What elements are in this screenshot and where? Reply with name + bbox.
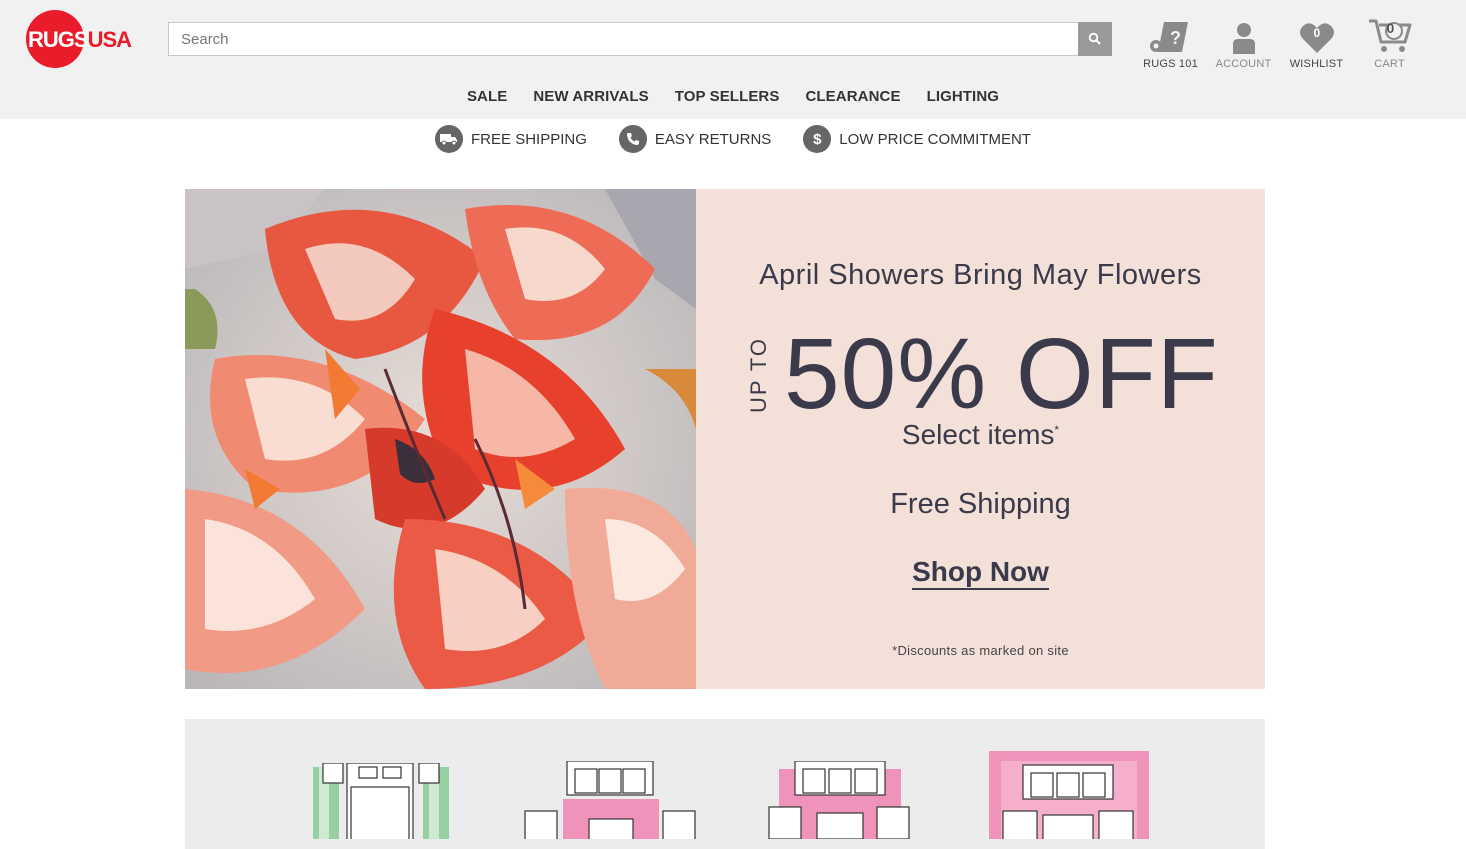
site-header: RUGSUSA ? RUGS 101	[0, 0, 1466, 119]
rug-size-guide-section	[185, 719, 1265, 849]
search-icon	[1088, 32, 1101, 45]
svg-text:?: ?	[1170, 28, 1181, 48]
layout-bedroom-runners[interactable]	[313, 763, 453, 839]
cart-count: 0	[1386, 20, 1395, 36]
rugs101-label: RUGS 101	[1143, 58, 1198, 70]
promo-panel: April Showers Bring May Flowers UP TO 50…	[696, 189, 1265, 689]
dollar-icon: $	[803, 125, 832, 153]
perk-label: FREE SHIPPING	[471, 130, 587, 148]
logo-text: RUGSUSA	[28, 27, 132, 52]
perk-label: EASY RETURNS	[654, 130, 772, 148]
hero-banner[interactable]: April Showers Bring May Flowers UP TO 50…	[185, 189, 1265, 689]
rugsusa-logo[interactable]: RUGSUSA	[26, 10, 132, 70]
wishlist-link[interactable]: 0 WISHLIST	[1280, 16, 1353, 70]
floral-rug-image	[185, 189, 696, 689]
header-icons: ? RUGS 101 ACCOUNT 0 WISHLIST 0 CART	[1134, 16, 1426, 70]
phone-icon	[618, 125, 647, 153]
perk-low-price[interactable]: $ LOW PRICE COMMITMENT	[803, 125, 1031, 153]
shop-now-link[interactable]: Shop Now	[912, 556, 1049, 590]
nav-item-clearance[interactable]: CLEARANCE	[805, 88, 900, 105]
wishlist-label: WISHLIST	[1289, 58, 1344, 70]
wishlist-count: 0	[1313, 26, 1321, 40]
nav-item-new-arrivals[interactable]: NEW ARRIVALS	[533, 88, 648, 105]
nav-item-lighting[interactable]: LIGHTING	[927, 88, 999, 105]
account-link[interactable]: ACCOUNT	[1207, 16, 1280, 70]
nav-item-sale[interactable]: SALE	[467, 88, 507, 105]
upto-text: UP TO	[746, 336, 771, 414]
shop-now-wrap: Shop Now	[696, 556, 1265, 590]
user-icon	[1232, 23, 1255, 54]
promo-select-items: Select items*	[901, 419, 1060, 450]
search-bar	[168, 22, 1112, 56]
main-nav: SALE NEW ARRIVALS TOP SELLERS CLEARANCE …	[0, 88, 1466, 105]
account-label: ACCOUNT	[1215, 58, 1272, 70]
search-input[interactable]	[168, 22, 1078, 56]
perk-free-shipping[interactable]: FREE SHIPPING	[435, 125, 587, 153]
layout-living-large[interactable]	[987, 751, 1151, 839]
cart-label: CART	[1374, 58, 1405, 70]
promo-disclaimer: *Discounts as marked on site	[892, 643, 1069, 658]
perks-bar: FREE SHIPPING EASY RETURNS $ LOW PRICE C…	[0, 125, 1466, 153]
truck-icon	[435, 125, 464, 153]
search-button[interactable]	[1078, 22, 1112, 56]
layout-living-medium[interactable]	[767, 761, 913, 839]
promo-free-shipping: Free Shipping	[890, 488, 1071, 520]
perk-easy-returns[interactable]: EASY RETURNS	[618, 125, 772, 153]
layout-living-small[interactable]	[523, 761, 699, 839]
rugs101-icon: ?	[1149, 22, 1188, 52]
cart-link[interactable]: 0 CART	[1353, 16, 1426, 70]
promo-headline: 50% OFF	[784, 318, 1219, 430]
perk-label: LOW PRICE COMMITMENT	[839, 130, 1031, 148]
nav-item-top-sellers[interactable]: TOP SELLERS	[675, 88, 780, 105]
promo-title: April Showers Bring May Flowers	[759, 259, 1202, 291]
rugs101-link[interactable]: ? RUGS 101	[1134, 16, 1207, 70]
